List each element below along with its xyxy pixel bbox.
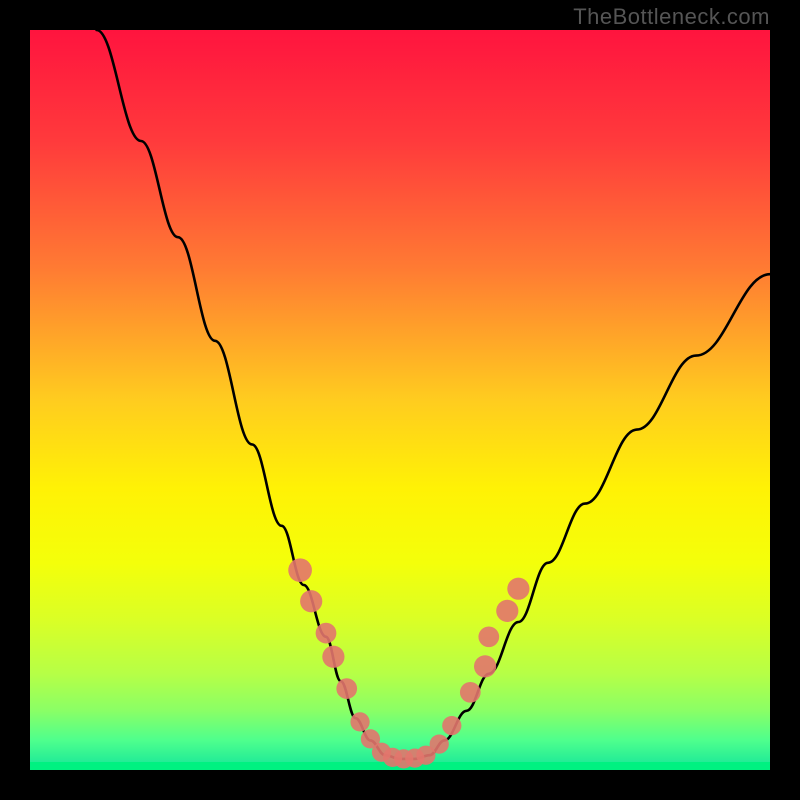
- data-marker: [460, 682, 481, 703]
- plot-area: [30, 30, 770, 770]
- data-marker: [507, 578, 529, 600]
- data-marker: [442, 716, 461, 735]
- data-marker: [336, 678, 357, 699]
- data-marker: [322, 646, 344, 668]
- chart-frame: TheBottleneck.com: [0, 0, 800, 800]
- data-marker: [316, 623, 337, 644]
- chart-svg: [30, 30, 770, 770]
- data-marker: [474, 655, 496, 677]
- data-marker: [478, 626, 499, 647]
- data-marker: [430, 734, 449, 753]
- watermark-text: TheBottleneck.com: [573, 4, 770, 30]
- data-marker: [288, 558, 312, 582]
- data-marker: [496, 600, 518, 622]
- data-marker: [350, 712, 369, 731]
- data-marker: [300, 590, 322, 612]
